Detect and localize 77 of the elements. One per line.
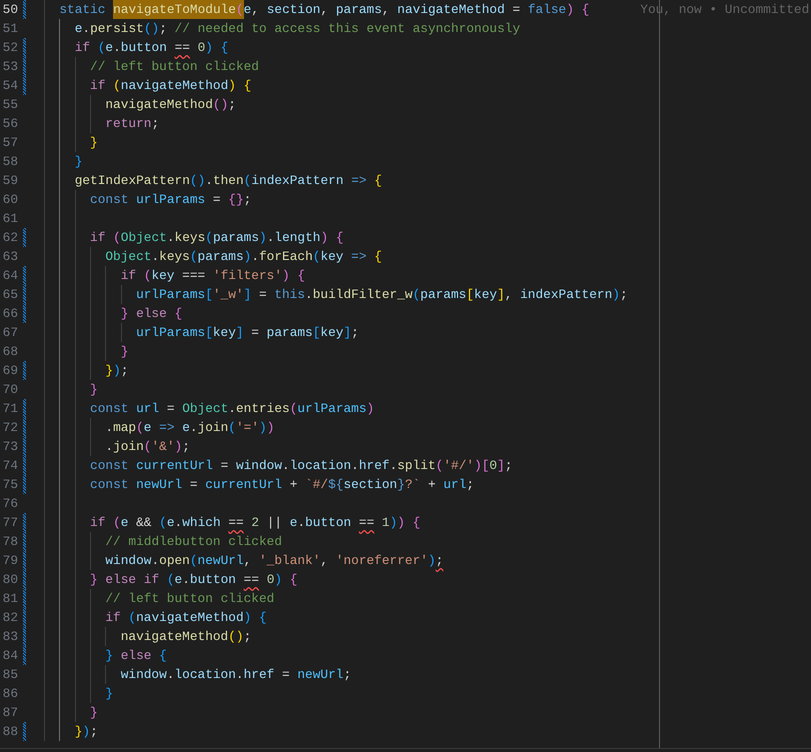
code-line: const urlParams = {};	[90, 191, 252, 209]
line-number: 74	[2, 457, 18, 475]
line-number: 79	[2, 552, 18, 570]
code-line: if (e && (e.which == 2 || e.button == 1)) {	[90, 514, 420, 532]
line-number: 53	[2, 58, 18, 76]
line-number: 82	[2, 609, 18, 627]
line-number: 72	[2, 419, 18, 437]
code-line: e.persist(); // needed to access this event asynchronously	[74, 20, 520, 38]
code-line: });	[105, 362, 128, 380]
code-line: if (key === 'filters') {	[120, 267, 306, 285]
code-line: }	[90, 704, 98, 722]
line-number: 55	[2, 96, 18, 114]
line-number: 84	[2, 647, 18, 665]
line-number: 80	[2, 571, 18, 589]
line-number: 56	[2, 115, 18, 133]
line-number: 66	[2, 305, 18, 323]
line-number: 76	[2, 495, 18, 513]
line-number: 63	[2, 248, 18, 266]
code-line: getIndexPattern().then(indexPattern => {	[74, 172, 382, 190]
code-line: static navigateToModule(e, section, params, navigateMethod = false) {	[59, 0, 590, 19]
code-line: urlParams[key] = params[key];	[136, 324, 359, 342]
line-number: 52	[2, 39, 18, 57]
code-line: }	[90, 381, 98, 399]
line-number: 64	[2, 267, 18, 285]
line-number: 60	[2, 191, 18, 209]
line-number: 54	[2, 77, 18, 95]
git-blame-annotation: You, now • Uncommitted	[640, 1, 810, 19]
code-line: navigateMethod();	[105, 96, 236, 114]
line-number: 86	[2, 685, 18, 703]
code-line: }	[90, 134, 98, 152]
code-line: if (navigateMethod) {	[90, 77, 252, 95]
line-number: 81	[2, 590, 18, 608]
code-line: if (e.button == 0) {	[74, 39, 228, 57]
line-number: 51	[2, 20, 18, 38]
line-number: 57	[2, 134, 18, 152]
code-line: } else {	[105, 647, 167, 665]
code-line: window.open(newUrl, '_blank', 'noreferrer');	[105, 552, 444, 570]
line-number: 71	[2, 400, 18, 418]
code-line: window.location.href = newUrl;	[120, 666, 352, 684]
code-line: // left button clicked	[105, 590, 274, 608]
code-line: // middlebutton clicked	[105, 533, 282, 551]
code-line: const currentUrl = window.location.href.split('#/')[0];	[90, 457, 512, 475]
code-line: const newUrl = currentUrl + `#/${section}?` + url;	[90, 476, 474, 494]
line-number: 73	[2, 438, 18, 456]
line-number: 65	[2, 286, 18, 304]
code-line: const url = Object.entries(urlParams)	[90, 400, 374, 418]
code-line: if (navigateMethod) {	[105, 609, 267, 627]
line-number: 77	[2, 514, 18, 532]
code-line: urlParams['_w'] = this.buildFilter_w(params[key], indexPattern);	[136, 286, 628, 304]
line-number: 70	[2, 381, 18, 399]
line-number: 58	[2, 153, 18, 171]
line-number: 85	[2, 666, 18, 684]
line-number: 78	[2, 533, 18, 551]
line-number: 59	[2, 172, 18, 190]
code-line: }	[120, 343, 128, 361]
code-line: Object.keys(params).forEach(key => {	[105, 248, 382, 266]
line-number: 68	[2, 343, 18, 361]
code-line: } else {	[120, 305, 182, 323]
code-line: navigateMethod();	[120, 628, 252, 646]
code-line: .join('&');	[105, 438, 190, 456]
line-number: 67	[2, 324, 18, 342]
code-line: return;	[105, 115, 160, 133]
code-line: });	[74, 723, 98, 741]
line-number: 87	[2, 704, 18, 722]
code-line: // left button clicked	[90, 58, 259, 76]
line-number: 50	[2, 1, 18, 19]
line-number: 88	[2, 723, 18, 741]
line-number: 62	[2, 229, 18, 247]
code-line: }	[74, 153, 82, 171]
line-number: 83	[2, 628, 18, 646]
code-line: if (Object.keys(params).length) {	[90, 229, 344, 247]
line-number: 75	[2, 476, 18, 494]
code-line: .map(e => e.join('='))	[105, 419, 274, 437]
line-number: 69	[2, 362, 18, 380]
code-line: }	[105, 685, 114, 703]
line-number: 61	[2, 210, 18, 228]
code-line: } else if (e.button == 0) {	[90, 571, 298, 589]
